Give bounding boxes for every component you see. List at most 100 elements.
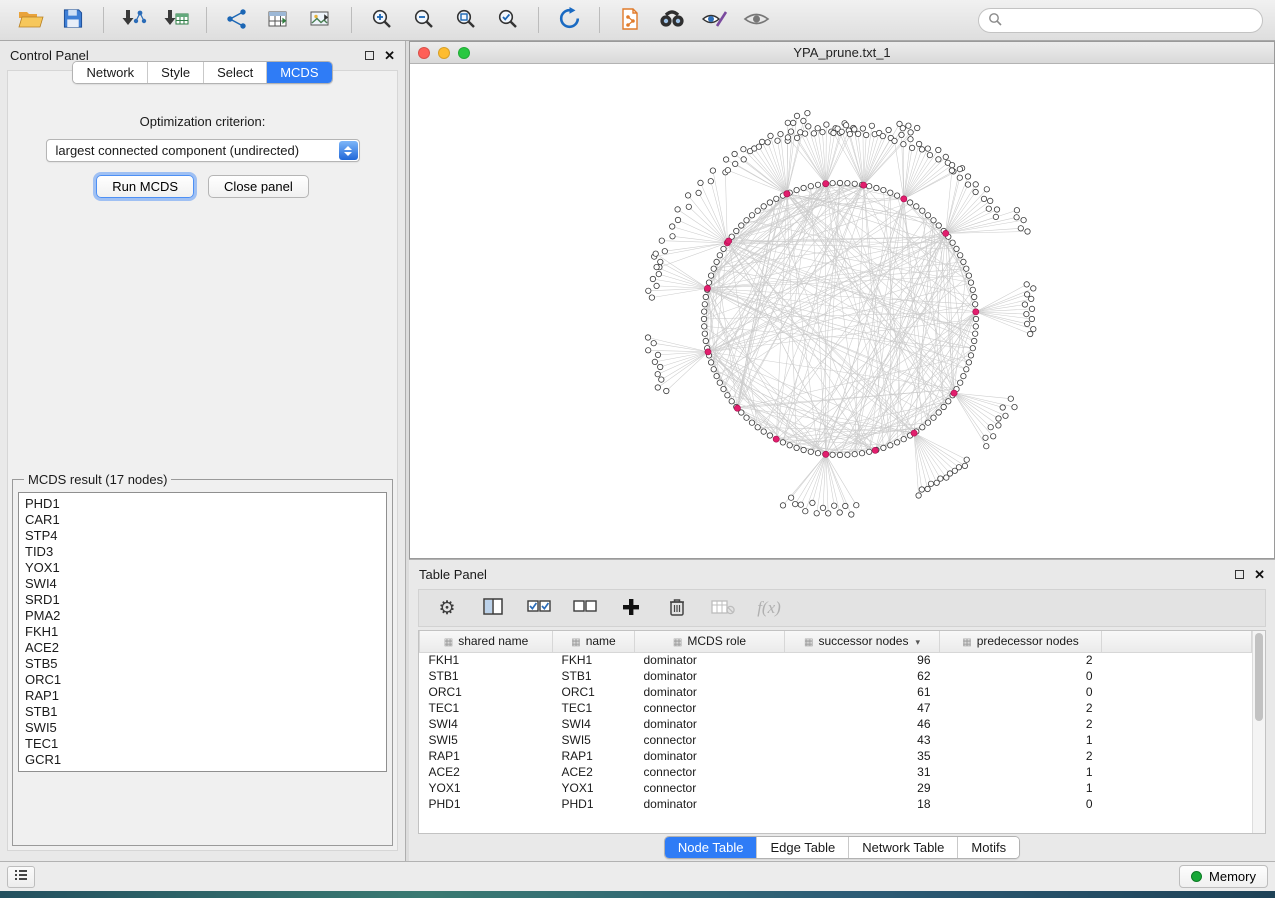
table-row[interactable]: PHD1PHD1dominator180 (420, 796, 1252, 812)
table-row[interactable]: STB1STB1dominator620 (420, 668, 1252, 684)
cell-predecessor-nodes[interactable]: 1 (940, 780, 1102, 796)
cell-mcds-role[interactable]: connector (635, 764, 785, 780)
import-table-button[interactable] (157, 4, 195, 36)
network-canvas[interactable] (410, 64, 1274, 558)
cell-shared-name[interactable]: SWI5 (420, 732, 553, 748)
share-document-button[interactable] (611, 4, 649, 36)
cell-shared-name[interactable]: SWI4 (420, 716, 553, 732)
tab-select[interactable]: Select (204, 62, 267, 83)
table-settings-button[interactable]: ⚙ (435, 595, 459, 621)
cell-successor-nodes[interactable]: 46 (785, 716, 940, 732)
cell-successor-nodes[interactable]: 47 (785, 700, 940, 716)
import-network-button[interactable] (115, 4, 153, 36)
cell-predecessor-nodes[interactable]: 1 (940, 764, 1102, 780)
cell-successor-nodes[interactable]: 62 (785, 668, 940, 684)
cell-mcds-role[interactable]: connector (635, 732, 785, 748)
cell-name[interactable]: ACE2 (553, 764, 635, 780)
select-all-columns-button[interactable] (527, 595, 551, 621)
table-row[interactable]: ORC1ORC1dominator610 (420, 684, 1252, 700)
first-neighbors-button[interactable] (653, 4, 691, 36)
column-header-successor-nodes[interactable]: ▦successor nodes▾ (785, 631, 940, 652)
tab-motifs[interactable]: Motifs (958, 837, 1019, 858)
cell-mcds-role[interactable]: connector (635, 700, 785, 716)
cell-shared-name[interactable]: FKH1 (420, 652, 553, 668)
cell-shared-name[interactable]: STB1 (420, 668, 553, 684)
mcds-node-item[interactable]: SWI5 (25, 720, 380, 736)
deselect-all-columns-button[interactable] (573, 595, 597, 621)
window-maximize-icon[interactable] (458, 47, 470, 59)
zoom-out-button[interactable] (405, 4, 443, 36)
new-table-button[interactable] (260, 4, 298, 36)
mcds-node-item[interactable]: SWI4 (25, 576, 380, 592)
cell-name[interactable]: SWI4 (553, 716, 635, 732)
cell-name[interactable]: PHD1 (553, 796, 635, 812)
float-panel-icon[interactable] (365, 51, 374, 60)
cell-successor-nodes[interactable]: 18 (785, 796, 940, 812)
mcds-node-item[interactable]: CAR1 (25, 512, 380, 528)
mcds-node-item[interactable]: PHD1 (25, 496, 380, 512)
table-row[interactable]: ACE2ACE2connector311 (420, 764, 1252, 780)
mcds-node-item[interactable]: ORC1 (25, 672, 380, 688)
cell-predecessor-nodes[interactable]: 0 (940, 796, 1102, 812)
cell-mcds-role[interactable]: dominator (635, 668, 785, 684)
sort-caret-icon[interactable]: ▾ (915, 637, 920, 647)
cell-name[interactable]: SWI5 (553, 732, 635, 748)
window-close-icon[interactable] (418, 47, 430, 59)
show-hide-button[interactable] (737, 4, 775, 36)
cell-predecessor-nodes[interactable]: 2 (940, 716, 1102, 732)
column-menu-icon[interactable]: ▦ (804, 637, 813, 648)
cell-mcds-role[interactable]: dominator (635, 652, 785, 668)
cell-successor-nodes[interactable]: 43 (785, 732, 940, 748)
column-menu-icon[interactable]: ▦ (571, 637, 580, 648)
column-menu-icon[interactable]: ▦ (444, 637, 453, 648)
save-session-button[interactable] (54, 4, 92, 36)
show-columns-button[interactable] (481, 595, 505, 621)
mcds-node-item[interactable]: STB1 (25, 704, 380, 720)
mcds-node-item[interactable]: STP4 (25, 528, 380, 544)
create-column-button[interactable] (619, 595, 643, 621)
task-history-button[interactable] (7, 866, 35, 888)
cell-name[interactable]: YOX1 (553, 780, 635, 796)
open-session-button[interactable] (12, 4, 50, 36)
cell-successor-nodes[interactable]: 61 (785, 684, 940, 700)
cell-name[interactable]: STB1 (553, 668, 635, 684)
column-header-MCDS-role[interactable]: ▦MCDS role (635, 631, 785, 652)
cell-mcds-role[interactable]: connector (635, 780, 785, 796)
column-header-shared-name[interactable]: ▦shared name (420, 631, 553, 652)
search-input[interactable] (1008, 13, 1253, 28)
mcds-node-item[interactable]: PMA2 (25, 608, 380, 624)
window-minimize-icon[interactable] (438, 47, 450, 59)
table-row[interactable]: SWI5SWI5connector431 (420, 732, 1252, 748)
mcds-node-item[interactable]: TID3 (25, 544, 380, 560)
cell-name[interactable]: ORC1 (553, 684, 635, 700)
cell-predecessor-nodes[interactable]: 0 (940, 668, 1102, 684)
memory-button[interactable]: Memory (1179, 865, 1268, 888)
tab-network[interactable]: Network (73, 62, 148, 83)
cell-successor-nodes[interactable]: 29 (785, 780, 940, 796)
column-menu-icon[interactable]: ▦ (673, 637, 682, 648)
new-network-button[interactable] (218, 4, 256, 36)
cell-shared-name[interactable]: RAP1 (420, 748, 553, 764)
visual-style-button[interactable] (695, 4, 733, 36)
table-row[interactable]: RAP1RAP1dominator352 (420, 748, 1252, 764)
search-box[interactable] (978, 8, 1263, 33)
tab-style[interactable]: Style (148, 62, 204, 83)
mcds-node-item[interactable]: ACE2 (25, 640, 380, 656)
cell-name[interactable]: TEC1 (553, 700, 635, 716)
mcds-node-item[interactable]: YOX1 (25, 560, 380, 576)
cell-name[interactable]: FKH1 (553, 652, 635, 668)
table-row[interactable]: YOX1YOX1connector291 (420, 780, 1252, 796)
cell-shared-name[interactable]: ACE2 (420, 764, 553, 780)
cell-shared-name[interactable]: TEC1 (420, 700, 553, 716)
zoom-in-button[interactable] (363, 4, 401, 36)
apply-layout-button[interactable] (550, 4, 588, 36)
column-header-predecessor-nodes[interactable]: ▦predecessor nodes (940, 631, 1102, 652)
export-image-button[interactable] (302, 4, 340, 36)
tab-node-table[interactable]: Node Table (665, 837, 758, 858)
mcds-node-item[interactable]: STB5 (25, 656, 380, 672)
float-table-panel-icon[interactable] (1235, 570, 1244, 579)
cell-predecessor-nodes[interactable]: 0 (940, 684, 1102, 700)
cell-mcds-role[interactable]: dominator (635, 716, 785, 732)
mcds-node-item[interactable]: SRD1 (25, 592, 380, 608)
column-menu-icon[interactable]: ▦ (962, 637, 971, 648)
